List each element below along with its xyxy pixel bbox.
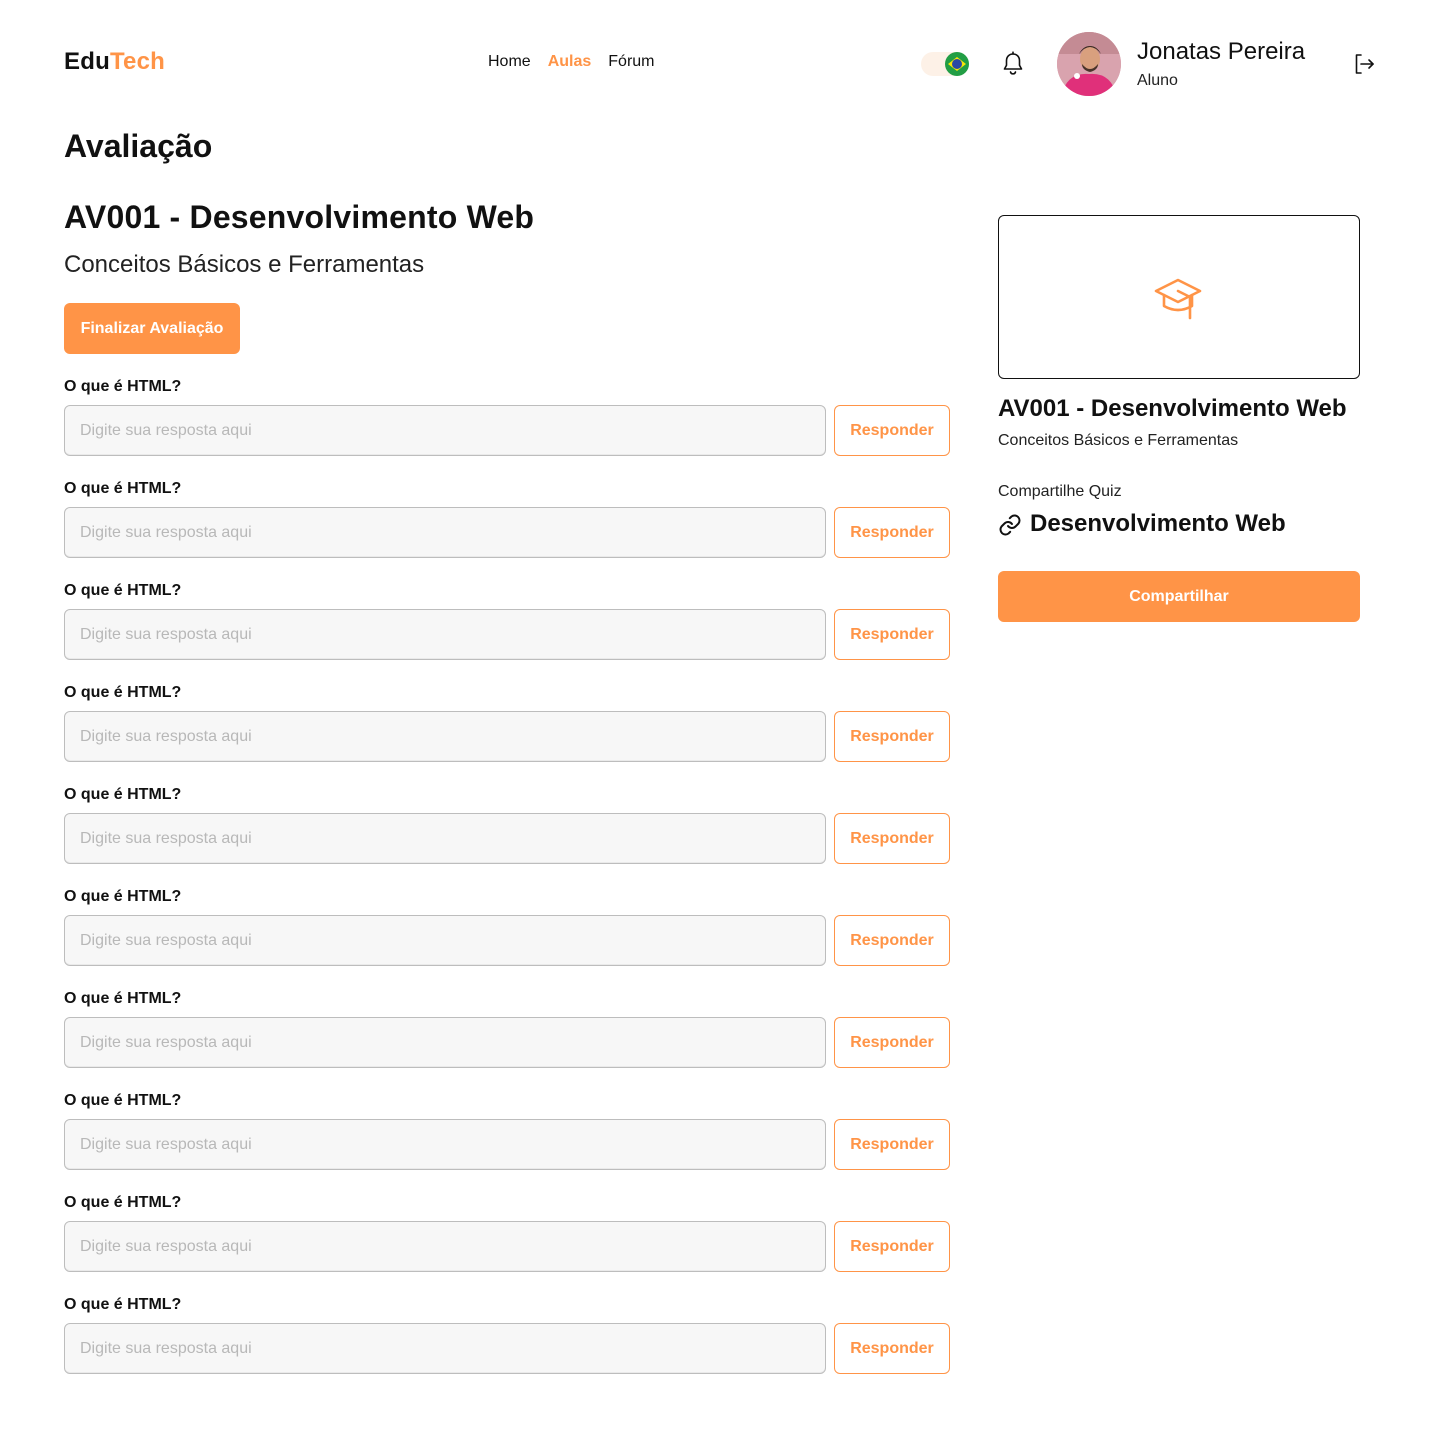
answer-input[interactable] bbox=[64, 813, 826, 864]
answer-button[interactable]: Responder bbox=[834, 1017, 950, 1068]
user-name: Jonatas Pereira bbox=[1137, 38, 1306, 65]
answer-input[interactable] bbox=[64, 507, 826, 558]
brazil-flag-icon bbox=[945, 52, 969, 76]
answer-input[interactable] bbox=[64, 405, 826, 456]
question-item: O que é HTML? Responder bbox=[64, 1194, 950, 1296]
question-item: O que é HTML? Responder bbox=[64, 684, 950, 786]
quiz-subtitle: Conceitos Básicos e Ferramentas bbox=[64, 251, 425, 278]
answer-input[interactable] bbox=[64, 1323, 826, 1374]
question-label: O que é HTML? bbox=[64, 1296, 182, 1313]
question-item: O que é HTML? Responder bbox=[64, 582, 950, 684]
answer-input[interactable] bbox=[64, 1119, 826, 1170]
logo[interactable]: EduTech bbox=[64, 48, 165, 76]
share-link[interactable]: Desenvolvimento Web bbox=[1030, 510, 1286, 538]
question-item: O que é HTML? Responder bbox=[64, 480, 950, 582]
question-item: O que é HTML? Responder bbox=[64, 786, 950, 888]
quiz-cover-card bbox=[998, 215, 1360, 379]
share-button[interactable]: Compartilhar bbox=[998, 571, 1360, 622]
question-item: O que é HTML? Responder bbox=[64, 990, 950, 1092]
answer-button[interactable]: Responder bbox=[834, 711, 950, 762]
answer-input[interactable] bbox=[64, 711, 826, 762]
header: EduTech Home Aulas Fórum Jonatas Pereira… bbox=[0, 0, 1440, 128]
answer-input[interactable] bbox=[64, 609, 826, 660]
answer-button[interactable]: Responder bbox=[834, 405, 950, 456]
answer-input[interactable] bbox=[64, 1017, 826, 1068]
logo-part-tech: Tech bbox=[109, 48, 165, 75]
answer-button[interactable]: Responder bbox=[834, 1119, 950, 1170]
finish-assessment-button[interactable]: Finalizar Avaliação bbox=[64, 303, 240, 354]
question-label: O que é HTML? bbox=[64, 582, 182, 599]
question-list: O que é HTML? Responder O que é HTML? Re… bbox=[64, 378, 950, 1398]
language-toggle[interactable] bbox=[921, 52, 969, 76]
answer-button[interactable]: Responder bbox=[834, 813, 950, 864]
user-role: Aluno bbox=[1137, 72, 1178, 89]
question-label: O que é HTML? bbox=[64, 1194, 182, 1211]
question-item: O que é HTML? Responder bbox=[64, 1296, 950, 1398]
logout-icon[interactable] bbox=[1352, 52, 1376, 76]
answer-button[interactable]: Responder bbox=[834, 1323, 950, 1374]
question-label: O que é HTML? bbox=[64, 378, 182, 395]
answer-input[interactable] bbox=[64, 915, 826, 966]
question-item: O que é HTML? Responder bbox=[64, 888, 950, 990]
share-label: Compartilhe Quiz bbox=[998, 483, 1122, 500]
question-label: O que é HTML? bbox=[64, 786, 182, 803]
avatar[interactable] bbox=[1057, 32, 1121, 96]
page-title: Avaliação bbox=[64, 128, 213, 164]
nav-forum[interactable]: Fórum bbox=[608, 53, 654, 71]
link-icon bbox=[999, 514, 1021, 536]
main-nav: Home Aulas Fórum bbox=[488, 53, 655, 71]
question-item: O que é HTML? Responder bbox=[64, 1092, 950, 1194]
nav-aulas[interactable]: Aulas bbox=[548, 53, 592, 71]
graduation-cap-icon bbox=[1154, 278, 1202, 320]
sidebar-quiz-title: AV001 - Desenvolvimento Web bbox=[998, 395, 1347, 422]
question-label: O que é HTML? bbox=[64, 684, 182, 701]
answer-button[interactable]: Responder bbox=[834, 1221, 950, 1272]
answer-button[interactable]: Responder bbox=[834, 915, 950, 966]
answer-button[interactable]: Responder bbox=[834, 507, 950, 558]
sidebar-quiz-subtitle: Conceitos Básicos e Ferramentas bbox=[998, 432, 1239, 449]
question-label: O que é HTML? bbox=[64, 1092, 182, 1109]
question-label: O que é HTML? bbox=[64, 480, 182, 497]
question-label: O que é HTML? bbox=[64, 990, 182, 1007]
bell-icon[interactable] bbox=[1000, 50, 1026, 78]
answer-button[interactable]: Responder bbox=[834, 609, 950, 660]
nav-home[interactable]: Home bbox=[488, 53, 531, 71]
quiz-title: AV001 - Desenvolvimento Web bbox=[64, 199, 535, 235]
question-item: O que é HTML? Responder bbox=[64, 378, 950, 480]
logo-part-edu: Edu bbox=[64, 48, 110, 75]
answer-input[interactable] bbox=[64, 1221, 826, 1272]
question-label: O que é HTML? bbox=[64, 888, 182, 905]
